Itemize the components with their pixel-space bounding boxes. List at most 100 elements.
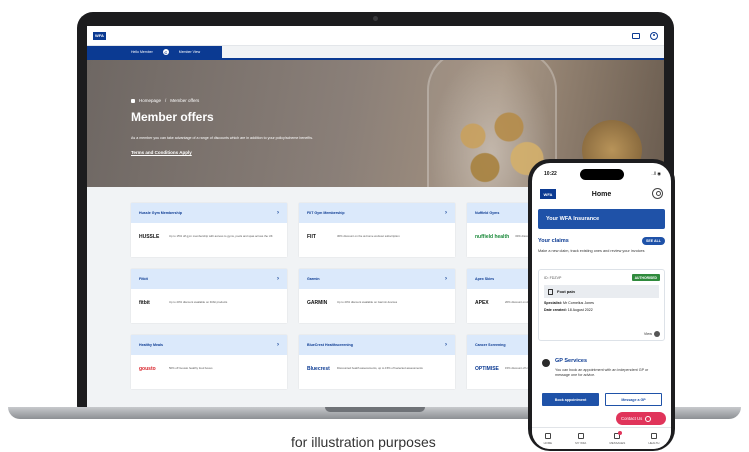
- health-icon: [650, 432, 657, 439]
- mail-icon[interactable]: [632, 32, 640, 39]
- tab-label: HOME: [543, 440, 553, 445]
- breadcrumb-separator: /: [165, 98, 167, 103]
- offer-description: Up to 20% discount available on Garmin d…: [337, 300, 398, 305]
- phone: 10:22 ..ll ◉ WFA Home Your WFA Insurance…: [528, 159, 675, 451]
- tab-bar: HOME MY WFA MESSAGES HEALTH: [532, 427, 671, 449]
- profile-icon[interactable]: [652, 188, 663, 199]
- offer-title: Garmin: [307, 277, 320, 281]
- offer-title: Nuffield Gyms: [475, 211, 500, 215]
- contact-us-label: Contact Us: [621, 416, 643, 421]
- app-title: Home: [591, 190, 612, 198]
- view-link[interactable]: View: [644, 331, 660, 337]
- offer-title: Fitbit: [139, 277, 148, 281]
- claim-date: Date created: 18 August 2022: [544, 308, 593, 312]
- offer-description: Discounted health assessments, up to 15%…: [337, 366, 423, 371]
- brand-logo: APEX: [475, 300, 489, 306]
- claim-id: ID: FDZVP: [544, 275, 562, 280]
- message-icon: [614, 430, 623, 439]
- signal-battery-icon: ..ll ◉: [651, 171, 661, 176]
- offer-description: Up to 15% off gym membership with access…: [169, 234, 273, 239]
- offer-title: Apex Skies: [475, 277, 495, 281]
- tab-messages[interactable]: MESSAGES: [609, 430, 626, 445]
- claim-type-label: Foot pain: [557, 289, 575, 294]
- tab-label: MY WFA: [575, 440, 587, 445]
- claims-header: Your claims SEE ALL: [538, 237, 665, 245]
- doctor-icon: [542, 359, 550, 367]
- tab-label: MESSAGES: [609, 440, 626, 445]
- offer-description: 50% off Gousto healthy food boxes: [169, 366, 213, 371]
- hero-description: As a member you can take advantage of a …: [131, 136, 313, 140]
- chevron-right-icon[interactable]: ›: [277, 276, 279, 282]
- view-label: View: [643, 332, 652, 336]
- brand-logo: fitbit: [139, 300, 150, 306]
- tab-label: HEALTH: [648, 440, 660, 445]
- account-icon[interactable]: [650, 31, 658, 40]
- page-title: Member offers: [131, 110, 214, 124]
- chevron-right-icon[interactable]: ›: [277, 342, 279, 348]
- home-icon[interactable]: [131, 98, 135, 103]
- offer-title: Hussle Gym Membership: [139, 211, 182, 215]
- notification-badge: [618, 430, 623, 435]
- tab-home[interactable]: HOME: [543, 432, 553, 445]
- see-all-button[interactable]: SEE ALL: [641, 237, 665, 245]
- offer-card[interactable]: FIIT Gym Membership › FIIT 30% discount on…: [299, 203, 455, 257]
- home-icon: [544, 432, 551, 439]
- offer-card[interactable]: Garmin › GARMIN Up to 20% discount availab…: [299, 269, 455, 323]
- breadcrumb-home[interactable]: Homepage: [139, 98, 161, 103]
- offer-description: Up to 20% discount available on Fitbit p…: [169, 300, 228, 305]
- offer-card[interactable]: Fitbit › fitbit Up to 20% discount availab…: [131, 269, 287, 323]
- status-badge: AUTHORISED: [631, 274, 660, 281]
- insurance-banner[interactable]: Your WFA Insurance: [538, 209, 665, 229]
- tab-my-wfa[interactable]: MY WFA: [575, 432, 587, 445]
- member-bar-label: Hello Member: [131, 50, 153, 54]
- site-logo[interactable]: WFA: [93, 31, 106, 40]
- terms-link[interactable]: Terms and Conditions Apply: [131, 150, 192, 155]
- laptop-notch: [325, 407, 425, 412]
- dynamic-island: [580, 169, 624, 180]
- member-avatar[interactable]: C: [162, 49, 169, 55]
- offer-title: Healthy Meals: [139, 343, 163, 347]
- breadcrumb: Homepage / Member offers: [131, 98, 664, 103]
- gp-title: GP Services: [555, 358, 588, 364]
- brand-logo: Bluecrest: [307, 366, 330, 372]
- offer-card[interactable]: BlueCrest Healthscreening › Bluecrest Disc…: [299, 335, 455, 389]
- claims-description: Make a new claim, track existing ones an…: [538, 249, 645, 253]
- offer-title: FIIT Gym Membership: [307, 211, 345, 215]
- grid-icon: [577, 432, 584, 439]
- message-gp-button[interactable]: Message a GP: [605, 393, 662, 406]
- brand-logo: OPTIMISE: [475, 366, 499, 372]
- breadcrumb-current: Member offers: [170, 98, 200, 103]
- status-time: 10:22: [544, 171, 557, 177]
- tab-health[interactable]: HEALTH: [648, 432, 660, 445]
- contact-us-button[interactable]: Contact Us: [616, 412, 666, 425]
- chevron-right-icon[interactable]: ›: [445, 210, 447, 216]
- site-header: WFA: [87, 26, 664, 46]
- chevron-right-icon[interactable]: ›: [445, 276, 447, 282]
- offer-title: BlueCrest Healthscreening: [307, 343, 353, 347]
- offer-card[interactable]: Healthy Meals › gousto 50% off Gousto heal…: [131, 335, 287, 389]
- chevron-right-icon[interactable]: ›: [445, 342, 447, 348]
- camera: [373, 16, 378, 21]
- claim-type: Foot pain: [544, 285, 659, 298]
- gp-description: You can book an appointment with an inde…: [555, 368, 649, 377]
- member-view-label: Member View: [178, 50, 201, 54]
- brand-logo: GARMIN: [307, 300, 328, 306]
- arrow-right-icon: [654, 331, 660, 337]
- brand-logo: gousto: [139, 366, 156, 372]
- caption: for illustration purposes: [291, 434, 436, 450]
- offer-title: Cancer Screening: [475, 343, 506, 347]
- offer-description: 30% discount on the at-home workout subs…: [337, 234, 400, 239]
- brand-logo: FIIT: [307, 234, 316, 240]
- claim-specialist: Specialist: Mr Cornelius Jones: [544, 301, 594, 305]
- book-appointment-button[interactable]: Book appointment: [542, 393, 599, 406]
- brand-logo: HUSSLE: [139, 234, 160, 240]
- member-bar: Hello Member C Member View: [87, 46, 222, 58]
- brand-logo: nuffield health: [475, 234, 510, 240]
- document-icon: [548, 288, 553, 295]
- offer-card[interactable]: Hussle Gym Membership › HUSSLE Up to 15% o…: [131, 203, 287, 257]
- app-logo: WFA: [540, 189, 556, 199]
- claim-card[interactable]: ID: FDZVP AUTHORISED Foot pain Specialis…: [538, 269, 665, 341]
- chevron-right-icon[interactable]: ›: [277, 210, 279, 216]
- claims-title: Your claims: [538, 238, 569, 244]
- chat-icon: [645, 415, 652, 422]
